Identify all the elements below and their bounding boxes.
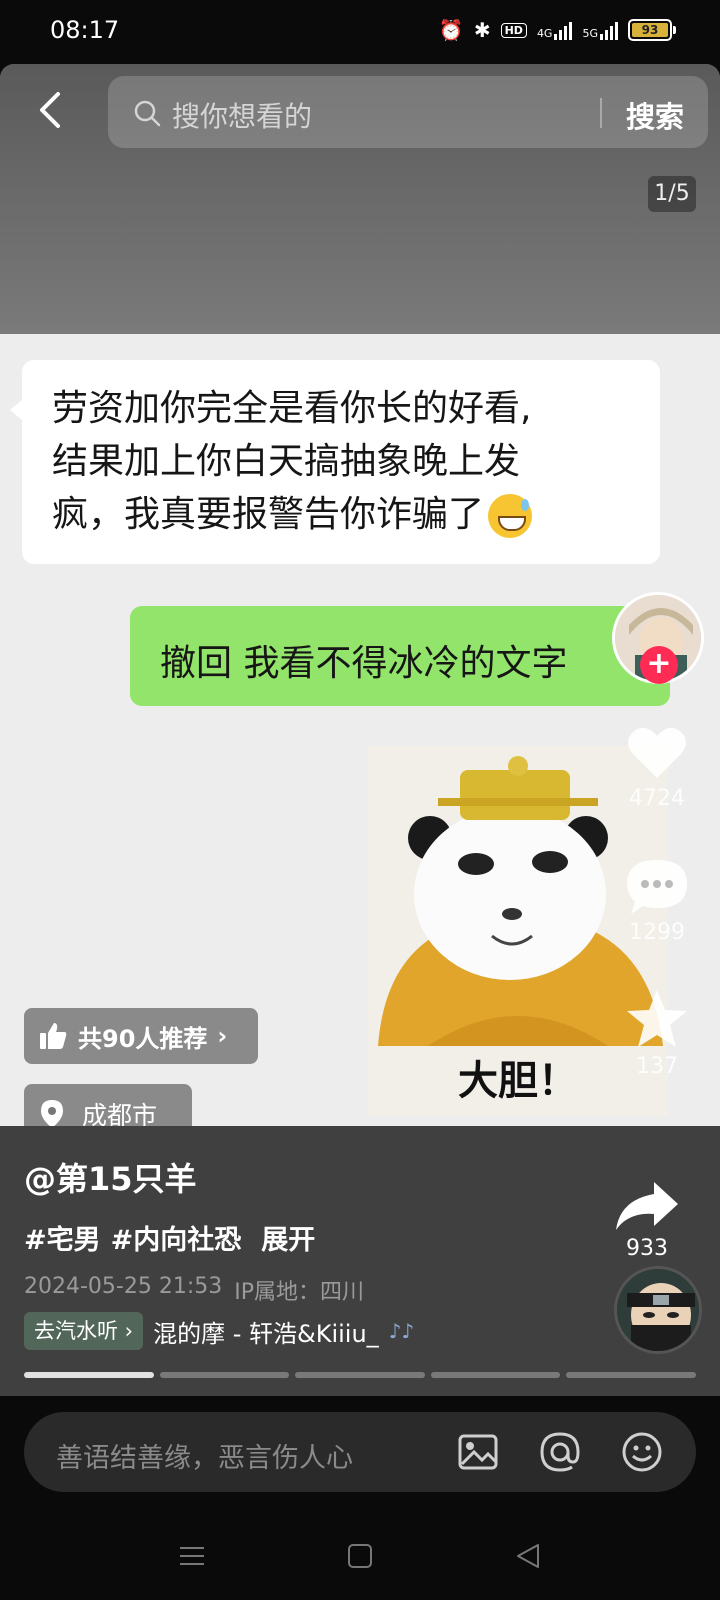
recommend-pill[interactable]: 共90人推荐 › [24,1008,258,1064]
alarm-icon: ⏰ [438,18,464,42]
message-line: 疯，我真要报警告你诈骗了 [52,488,634,541]
search-bar[interactable]: 搜你想看的 搜索 [108,76,708,148]
back-triangle-icon[interactable] [512,1540,544,1572]
follow-plus-button[interactable]: + [640,646,678,684]
progress-segment [566,1372,696,1378]
signal-bars-icon [554,20,573,40]
system-nav-bar [0,1512,720,1600]
music-notes-icon: ♪♪ [388,1319,415,1343]
signal-4g: 4G [537,20,573,40]
hashtag[interactable]: #宅男 [24,1218,101,1257]
music-row[interactable]: 去汽水听 › 混的摩 - 轩浩&Kiiiu_ ♪♪ [24,1312,414,1350]
author-name[interactable]: @第15只羊 [24,1154,197,1200]
comment-button[interactable]: 1299 [612,856,702,945]
ip-location: IP属地：四川 [234,1280,365,1305]
favorite-button[interactable]: 137 [612,988,702,1079]
emoji-picker-icon[interactable] [620,1430,664,1474]
music-title[interactable]: 混的摩 - 轩浩&Kiiiu_ [153,1314,379,1349]
chat-bubble-sent: 撤回 我看不得冰冷的文字 [130,606,670,706]
search-divider [600,98,602,128]
hashtag[interactable]: #内向社恐 [111,1218,242,1257]
share-arrow-icon [616,1182,678,1230]
comment-input[interactable]: 善语结善缘，恶言伤人心 [56,1436,353,1475]
location-pin-icon [41,1100,63,1128]
expand-button[interactable]: 展开 [261,1218,315,1257]
signal-bars-icon [600,20,618,40]
image-progress-bar [24,1372,696,1378]
recommend-label: 共90人推荐 [78,1024,208,1053]
comment-input-bar[interactable]: 善语结善缘，恶言伤人心 [24,1412,696,1492]
chat-bubble-received: 劳资加你完全是看你长的好看, 结果加上你白天搞抽象晚上发 疯，我真要报警告你诈骗… [10,360,660,564]
progress-segment [159,1372,290,1378]
bluetooth-icon: ✱ [473,18,491,42]
sweat-smile-emoji-icon [488,494,533,538]
like-count: 4724 [629,786,685,811]
share-button[interactable]: 933 [602,1180,692,1261]
progress-segment [24,1372,154,1378]
chevron-right-icon: › [217,1022,228,1050]
progress-segment [430,1372,561,1378]
search-icon [134,100,161,127]
comment-count: 1299 [629,920,685,945]
search-input[interactable]: 搜你想看的 [172,95,312,135]
back-arrow-icon[interactable] [30,88,74,132]
signal-5g: 5G [582,20,618,40]
image-picker-icon[interactable] [456,1430,500,1474]
status-bar: 08:17 ⏰ ✱ HD 4G 5G 93 [0,0,720,64]
thumbs-up-icon [40,1023,67,1049]
like-button[interactable]: 4724 [612,724,702,811]
post-media[interactable]: 搜你想看的 搜索 1/5 劳资加你完全是看你长的好看, 结果加上你白天搞抽象晚上… [0,64,720,1396]
home-square-icon[interactable] [344,1540,376,1572]
comment-bubble-icon [627,860,687,914]
battery-icon: 93 [628,19,676,41]
heart-icon [628,727,686,778]
hashtag-row: #宅男 #内向社恐 展开 [24,1218,315,1257]
progress-segment [295,1372,425,1378]
message-line: 劳资加你完全是看你长的好看, [52,388,532,429]
post-date: 2024-05-25 21:53 [24,1274,223,1299]
mention-at-icon[interactable] [538,1430,582,1474]
hd-badge: HD [500,22,527,38]
favorite-count: 137 [636,1054,678,1079]
image-page-indicator: 1/5 [648,176,696,212]
ninja-avatar-icon [617,1269,699,1351]
post-meta: 2024-05-25 21:53 IP属地：四川 [24,1274,364,1306]
status-time: 08:17 [50,16,120,44]
music-disc-avatar[interactable] [614,1266,702,1354]
star-icon [627,990,687,1047]
menu-icon[interactable] [176,1540,208,1572]
open-music-app-button[interactable]: 去汽水听 › [24,1312,144,1350]
message-line: 结果加上你白天搞抽象晚上发 [52,441,521,482]
status-icons: ⏰ ✱ HD 4G 5G 93 [438,18,676,42]
share-count: 933 [626,1236,668,1261]
search-button[interactable]: 搜索 [626,94,684,136]
post-info-panel: @第15只羊 #宅男 #内向社恐 展开 2024-05-25 21:53 IP属… [0,1126,720,1396]
